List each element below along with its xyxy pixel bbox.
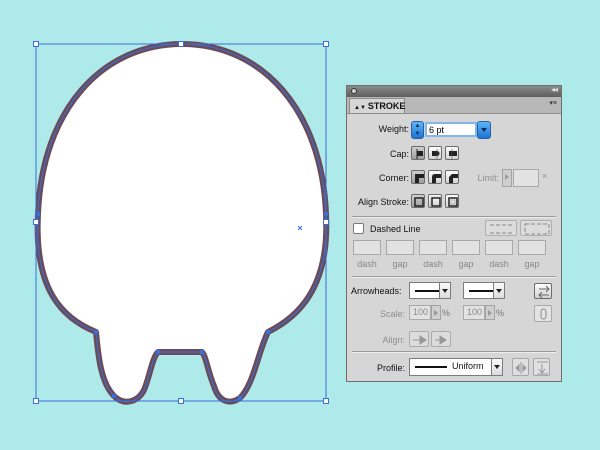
flip-profile-icon bbox=[512, 358, 529, 376]
end-scale-stepper bbox=[485, 305, 495, 320]
tab-stroke[interactable]: ▲▼ STROKE bbox=[349, 98, 405, 113]
weight-label: Weight: bbox=[378, 124, 409, 134]
weight-dropdown-button[interactable] bbox=[477, 121, 491, 139]
dash-field-3 bbox=[485, 240, 513, 255]
no-arrowhead-icon bbox=[469, 290, 493, 292]
align-stroke-label: Align Stroke: bbox=[357, 197, 409, 207]
gap-field-1-label: gap bbox=[392, 259, 408, 269]
chevron-down-icon bbox=[493, 283, 504, 298]
profile-label: Profile: bbox=[376, 363, 405, 373]
start-scale-input: 100 bbox=[409, 305, 431, 320]
divider bbox=[352, 216, 556, 218]
link-scale-icon bbox=[534, 305, 552, 322]
gap-field-2-label: gap bbox=[458, 259, 474, 269]
divider bbox=[352, 351, 556, 353]
start-arrowhead-select[interactable] bbox=[409, 282, 451, 299]
dashed-line-label: Dashed Line bbox=[370, 224, 421, 234]
gap-field-1 bbox=[386, 240, 414, 255]
divider bbox=[352, 276, 556, 278]
panel-titlebar[interactable]: ◂◂ bbox=[347, 85, 561, 97]
extend-arrow-tip-icon bbox=[409, 331, 429, 347]
ghost-shape[interactable] bbox=[34, 41, 330, 405]
align-label: Align: bbox=[382, 335, 405, 345]
limit-label: Limit: bbox=[477, 173, 499, 183]
tab-stroke-label: STROKE bbox=[367, 101, 406, 111]
dash-field-3-label: dash bbox=[489, 259, 509, 269]
swap-arrows-icon[interactable] bbox=[534, 283, 552, 299]
ghost-shape-stroke bbox=[34, 41, 330, 405]
scale-label: Scale: bbox=[379, 309, 405, 319]
gap-field-3 bbox=[518, 240, 546, 255]
dash-field-2 bbox=[419, 240, 447, 255]
end-scale-input: 100 bbox=[463, 305, 485, 320]
gap-field-3-label: gap bbox=[524, 259, 540, 269]
end-scale-percent: % bbox=[496, 308, 505, 318]
stroke-panel: ◂◂ ▲▼STROKE ▾≡ Weight: ▲▼ Cap: Corner: L… bbox=[346, 85, 562, 382]
corner-label: Corner: bbox=[378, 173, 409, 183]
chevron-down-icon bbox=[491, 359, 502, 375]
no-arrowhead-icon bbox=[415, 290, 439, 292]
bevel-join-icon[interactable] bbox=[445, 170, 459, 184]
tab-options-icon[interactable]: ▲▼ bbox=[354, 105, 366, 111]
end-arrowhead-select[interactable] bbox=[463, 282, 505, 299]
limit-reset-icon: × bbox=[542, 171, 548, 181]
miter-join-icon[interactable] bbox=[411, 170, 425, 184]
limit-stepper bbox=[502, 169, 512, 187]
butt-cap-icon[interactable] bbox=[411, 146, 425, 160]
dashed-line-checkbox[interactable] bbox=[353, 223, 364, 234]
arrowheads-label: Arrowheads: bbox=[351, 286, 402, 296]
panel-menu-icon[interactable]: ▾≡ bbox=[549, 99, 557, 107]
projecting-cap-icon[interactable] bbox=[445, 146, 459, 160]
reset-profile-icon bbox=[533, 358, 550, 376]
collapse-panel-icon[interactable]: ◂◂ bbox=[551, 85, 558, 94]
round-cap-icon[interactable] bbox=[428, 146, 442, 160]
start-scale-stepper bbox=[431, 305, 441, 320]
place-arrow-tip-icon bbox=[431, 331, 451, 347]
chevron-down-icon bbox=[481, 128, 487, 132]
dash-field-1-label: dash bbox=[357, 259, 377, 269]
profile-value: Uniform bbox=[452, 361, 484, 371]
uniform-profile-icon bbox=[415, 366, 447, 368]
weight-input[interactable] bbox=[425, 122, 477, 137]
panel-tab-row: ▲▼ STROKE ▾≡ bbox=[347, 97, 561, 114]
close-icon[interactable] bbox=[351, 88, 357, 94]
cap-label: Cap: bbox=[389, 149, 409, 159]
align-inside-icon[interactable] bbox=[428, 194, 442, 208]
gap-field-2 bbox=[452, 240, 480, 255]
round-join-icon[interactable] bbox=[428, 170, 442, 184]
align-center-icon[interactable] bbox=[411, 194, 425, 208]
preserve-dash-lengths-icon bbox=[485, 220, 517, 236]
dash-field-2-label: dash bbox=[423, 259, 443, 269]
profile-select[interactable]: Uniform bbox=[409, 358, 503, 376]
dash-field-1 bbox=[353, 240, 381, 255]
limit-input bbox=[513, 169, 539, 187]
start-scale-percent: % bbox=[442, 308, 451, 318]
weight-stepper[interactable]: ▲ ▼ bbox=[411, 121, 424, 139]
align-dashes-to-corners-icon bbox=[520, 220, 552, 236]
align-outside-icon[interactable] bbox=[445, 194, 459, 208]
chevron-down-icon bbox=[439, 283, 450, 298]
